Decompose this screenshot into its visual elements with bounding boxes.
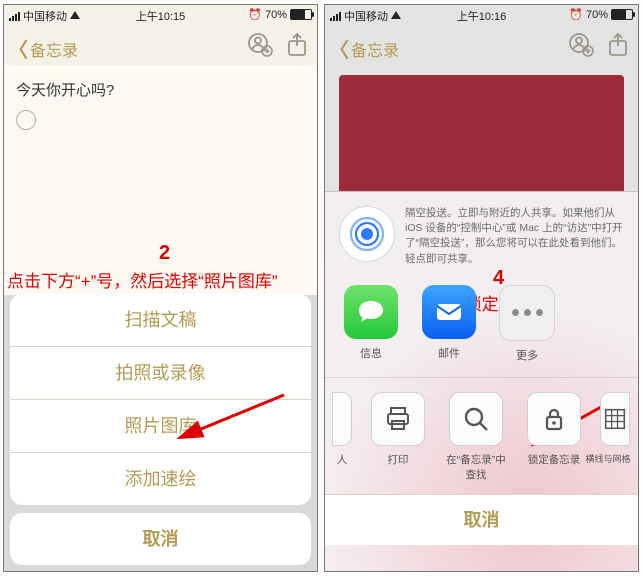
more-icon [499, 285, 555, 341]
chevron-left-icon: 〈 [329, 40, 349, 62]
share-icon[interactable] [285, 32, 309, 58]
note-text: 今天你开心吗? [16, 79, 305, 100]
grid-icon [600, 392, 630, 446]
back-label: 备忘录 [351, 43, 399, 60]
status-bar: 中国移动 上午10:15 ⏰ 70% [4, 5, 317, 25]
nav-bar: 〈备忘录 [4, 25, 317, 66]
sheet-option-photo-library[interactable]: 照片图库 [10, 399, 311, 452]
action-label: 打印 [365, 452, 431, 467]
share-apps-row: 信息 邮件 更多 [325, 279, 638, 373]
annotation-step-number: 2 [159, 242, 170, 265]
checklist-bullet-icon[interactable] [16, 110, 36, 130]
share-actions-row: 人 打印 在“备忘录”中查找 [325, 382, 638, 494]
back-label: 备忘录 [30, 43, 78, 60]
action-label: 在“备忘录”中查找 [443, 452, 509, 482]
battery-pct: 70% [586, 9, 608, 21]
share-cancel-button[interactable]: 取消 [325, 494, 638, 545]
action-lines-grid[interactable]: 横线与网格 [599, 392, 631, 482]
action-partial-left[interactable]: 人 [331, 392, 353, 482]
battery-icon [290, 9, 312, 20]
battery-icon [611, 9, 633, 20]
back-button[interactable]: 〈备忘录 [329, 34, 399, 63]
share-sheet: 隔空投送。立即与附近的人共享。如果他们从 iOS 设备的“控制中心”或 Mac … [325, 191, 638, 571]
sheet-option-sketch[interactable]: 添加速绘 [10, 452, 311, 505]
messages-icon [344, 285, 398, 339]
alarm-icon: ⏰ [569, 8, 583, 21]
lock-icon [527, 392, 581, 446]
nav-bar: 〈备忘录 [325, 25, 638, 66]
app-label: 邮件 [419, 345, 479, 361]
action-print[interactable]: 打印 [365, 392, 431, 482]
share-app-messages[interactable]: 信息 [341, 285, 401, 363]
sheet-option-camera[interactable]: 拍照或录像 [10, 346, 311, 399]
action-find-in-note[interactable]: 在“备忘录”中查找 [443, 392, 509, 482]
share-app-more[interactable]: 更多 [497, 285, 557, 363]
back-button[interactable]: 〈备忘录 [8, 34, 78, 63]
action-label: 人 [331, 452, 353, 467]
attachment-action-sheet: 扫描文稿 拍照或录像 照片图库 添加速绘 取消 [4, 294, 317, 571]
chevron-left-icon: 〈 [8, 40, 28, 62]
action-label: 锁定备忘录 [521, 452, 587, 467]
airdrop-description: 隔空投送。立即与附近的人共享。如果他们从 iOS 设备的“控制中心”或 Mac … [405, 206, 624, 267]
add-people-icon[interactable] [247, 32, 273, 58]
right-screenshot: 中国移动 上午10:16 ⏰ 70% 〈备忘录 [324, 4, 639, 572]
action-lock-note[interactable]: 锁定备忘录 [521, 392, 587, 482]
app-label: 信息 [341, 345, 401, 361]
battery-pct: 70% [265, 9, 287, 21]
annotation-instruction: 点击下方“+”号，然后选择“照片图库” [7, 267, 278, 292]
sheet-cancel-button[interactable]: 取消 [10, 513, 311, 565]
status-bar: 中国移动 上午10:16 ⏰ 70% [325, 5, 638, 25]
sheet-option-scan[interactable]: 扫描文稿 [10, 294, 311, 346]
alarm-icon: ⏰ [248, 8, 262, 21]
search-icon [449, 392, 503, 446]
mail-icon [422, 285, 476, 339]
app-label: 更多 [497, 347, 557, 363]
print-icon [371, 392, 425, 446]
action-label: 横线与网格 [585, 452, 631, 465]
share-app-mail[interactable]: 邮件 [419, 285, 479, 363]
add-people-icon[interactable] [568, 32, 594, 58]
airdrop-icon[interactable] [339, 206, 395, 262]
left-screenshot: 中国移动 上午10:15 ⏰ 70% 〈备忘录 今天你开心吗? [3, 4, 318, 572]
share-icon[interactable] [606, 32, 630, 58]
